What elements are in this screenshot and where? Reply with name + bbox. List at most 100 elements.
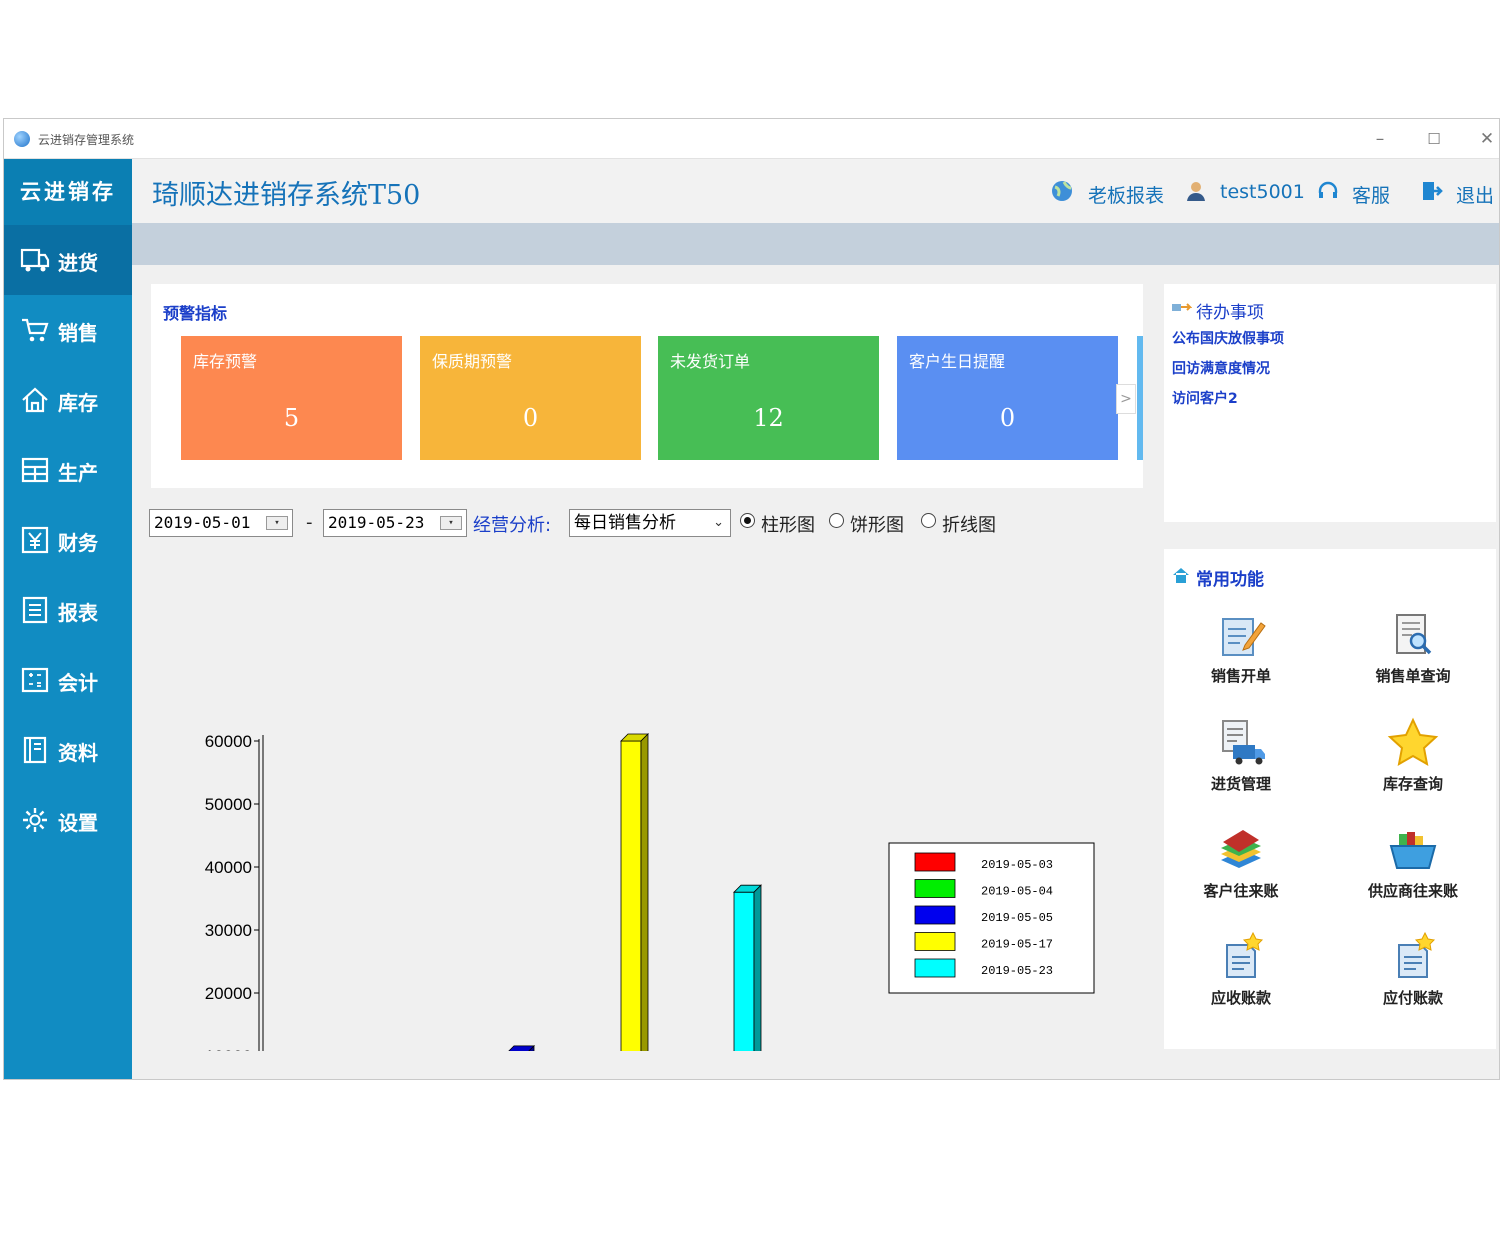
bar-side	[753, 884, 762, 1051]
app-logo-icon	[14, 131, 30, 147]
purchase-management-shortcut[interactable]: 进货管理	[1166, 717, 1316, 813]
date-from-field[interactable]: 2019-05-01 ▾	[149, 509, 293, 537]
bar-side	[640, 733, 649, 1051]
brand-logo: 云进销存	[4, 159, 132, 225]
sidebar-item-data[interactable]: 资料	[4, 715, 132, 785]
card-value: 0	[999, 404, 1016, 432]
calculator-icon	[21, 667, 49, 693]
sidebar-item-sales[interactable]: 销售	[4, 295, 132, 365]
analysis-type-select[interactable]: 每日销售分析 ⌄	[569, 509, 731, 537]
cart-icon	[22, 318, 49, 342]
cards-scroll-right-button[interactable]: >	[1116, 384, 1136, 414]
date-from-value: 2019-05-01	[154, 513, 251, 532]
expiry-warning-card[interactable]: 保质期预警 0	[420, 336, 641, 460]
legend-label: 2019-05-05	[981, 911, 1053, 925]
common-functions-panel: 常用功能 销售开单 销售单查询 进货管理 库存查询 客户往来账 供应商往来账 应…	[1164, 549, 1496, 1049]
sidebar-item-label: 进货	[58, 251, 98, 275]
sidebar-item-label: 财务	[58, 531, 98, 555]
search-document-icon	[1396, 614, 1432, 655]
pie-chart-radio-label[interactable]: 饼形图	[850, 511, 904, 537]
birthday-reminder-card[interactable]: 客户生日提醒 0	[897, 336, 1118, 460]
bar	[733, 891, 755, 1051]
logout-link[interactable]: 退出	[1456, 181, 1494, 208]
minimize-button[interactable]: –	[1360, 127, 1400, 151]
close-button[interactable]: ✕	[1467, 127, 1499, 151]
truck-icon	[20, 248, 50, 272]
todo-icon	[1172, 303, 1192, 311]
sidebar-item-settings[interactable]: 设置	[4, 785, 132, 855]
shortcut-label: 应付账款	[1382, 989, 1443, 1007]
sidebar-item-accounting[interactable]: 会计	[4, 645, 132, 715]
calendar-dropdown-icon[interactable]: ▾	[266, 516, 288, 530]
shortcut-label: 库存查询	[1382, 775, 1443, 793]
sidebar-item-purchase[interactable]: 进货	[4, 225, 132, 295]
y-tick-label: 20000	[205, 984, 252, 1003]
page-title: 琦顺达进销存系统T50	[152, 180, 421, 211]
shortcut-label: 销售开单	[1210, 667, 1271, 685]
todo-panel: 待办事项 公布国庆放假事项 回访满意度情况 访问客户2	[1164, 284, 1496, 522]
bar	[620, 740, 642, 1051]
unshipped-orders-card[interactable]: 未发货订单 12	[658, 336, 879, 460]
accounts-receivable-shortcut[interactable]: 应收账款	[1166, 931, 1316, 1027]
chevron-down-icon: ⌄	[713, 515, 724, 530]
warning-panel-title: 预警指标	[163, 304, 228, 323]
sidebar: 云进销存 进货 销售 库存 生产 财务 报表 会计 资料 设置	[4, 159, 132, 1079]
boss-report-link[interactable]: 老板报表	[1088, 181, 1164, 208]
inventory-query-shortcut[interactable]: 库存查询	[1338, 717, 1488, 813]
tab-bar	[132, 223, 1499, 265]
payable-note-icon	[1398, 931, 1436, 978]
y-tick-label: 30000	[205, 921, 252, 940]
sales-query-shortcut[interactable]: 销售单查询	[1338, 609, 1488, 705]
line-chart-radio-label[interactable]: 折线图	[942, 511, 996, 537]
bar-chart-radio-label[interactable]: 柱形图	[761, 511, 815, 537]
next-card-peek	[1137, 336, 1143, 460]
todo-item[interactable]: 访问客户2	[1172, 388, 1238, 408]
card-label: 库存预警	[193, 352, 258, 371]
legend-swatch	[914, 958, 956, 978]
sales-order-shortcut[interactable]: 销售开单	[1166, 609, 1316, 705]
star-icon	[1387, 717, 1439, 766]
todo-item[interactable]: 回访满意度情况	[1172, 358, 1270, 378]
report-icon	[22, 596, 48, 624]
customer-account-shortcut[interactable]: 客户往来账	[1166, 824, 1316, 920]
sales-bar-chart: 01000020000300004000050000600002019-05-0…	[205, 732, 1095, 1051]
title-bar: 云进销存管理系统 – ☐ ✕	[4, 119, 1499, 159]
sidebar-item-reports[interactable]: 报表	[4, 575, 132, 645]
sidebar-item-label: 销售	[58, 321, 98, 345]
customer-service-link[interactable]: 客服	[1352, 181, 1390, 208]
delivery-truck-icon	[1222, 720, 1265, 765]
sidebar-item-finance[interactable]: 财务	[4, 505, 132, 575]
date-to-field[interactable]: 2019-05-23 ▾	[323, 509, 467, 537]
legend-swatch	[914, 905, 956, 925]
shortcut-label: 应收账款	[1210, 989, 1271, 1007]
accounts-payable-shortcut[interactable]: 应付账款	[1338, 931, 1488, 1027]
sidebar-item-inventory[interactable]: 库存	[4, 365, 132, 435]
common-functions-title: 常用功能	[1196, 570, 1264, 590]
card-value: 5	[283, 404, 300, 432]
bar-chart-radio[interactable]	[740, 513, 755, 528]
date-separator: -	[306, 512, 313, 533]
sidebar-item-production[interactable]: 生产	[4, 435, 132, 505]
receivable-note-icon	[1226, 931, 1264, 978]
grid-icon	[21, 457, 49, 483]
logout-icon	[1423, 182, 1443, 200]
maximize-button[interactable]: ☐	[1414, 127, 1454, 151]
calendar-dropdown-icon[interactable]: ▾	[440, 516, 462, 530]
y-tick-label: 60000	[205, 732, 252, 751]
supplier-account-shortcut[interactable]: 供应商往来账	[1338, 824, 1488, 920]
analysis-label: 经营分析:	[473, 515, 552, 536]
sidebar-item-label: 库存	[58, 391, 98, 415]
todo-item[interactable]: 公布国庆放假事项	[1172, 328, 1284, 348]
shortcut-label: 销售单查询	[1375, 667, 1451, 685]
shortcut-label: 进货管理	[1210, 775, 1271, 793]
line-chart-radio[interactable]	[921, 513, 936, 528]
shortcut-label: 供应商往来账	[1367, 882, 1458, 900]
user-name-link[interactable]: test5001	[1220, 181, 1305, 203]
stock-warning-card[interactable]: 库存预警 5	[181, 336, 402, 460]
yen-icon	[21, 526, 49, 554]
pie-chart-radio[interactable]	[829, 513, 844, 528]
app-window: 云进销存管理系统 – ☐ ✕ 云进销存 进货 销售 库存 生产 财务 报表 会计…	[3, 118, 1500, 1080]
card-value: 0	[522, 404, 539, 432]
legend-label: 2019-05-17	[981, 938, 1053, 952]
sidebar-item-label: 生产	[58, 461, 98, 485]
